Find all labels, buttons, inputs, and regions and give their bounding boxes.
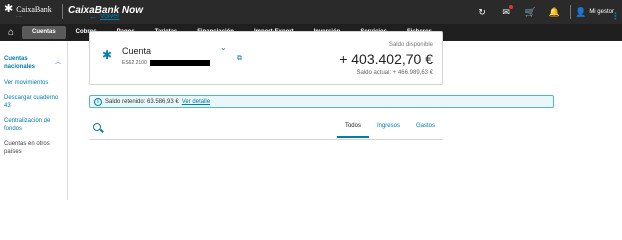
retained-balance-text: Saldo retenido: 63.586,93 € — [105, 98, 179, 105]
account-iban: ES62 2100 — [122, 60, 210, 66]
star-logo-icon: ✱ — [4, 3, 14, 15]
refresh-icon[interactable]: ↻ — [470, 0, 494, 24]
chevron-up-icon[interactable]: ︿ — [55, 57, 61, 66]
sidebar-item-centralizacion[interactable]: Centralización de fondos — [0, 117, 67, 133]
retained-detail-link[interactable]: Ver detalle — [182, 99, 210, 105]
user-icon: 👤 — [575, 6, 587, 17]
sidebar-item-descargar-cuaderno[interactable]: Descargar cuaderno 43 — [0, 94, 67, 110]
back-label: Volver — [100, 13, 120, 20]
notification-badge — [509, 5, 514, 9]
caixabank-star-icon: ✱ — [102, 48, 113, 62]
copy-icon[interactable]: ⧉ — [237, 55, 242, 63]
sidebar-group: Cuentas nacionales ︿ — [0, 41, 67, 71]
chevron-down-icon[interactable]: ⌄ — [220, 43, 227, 52]
cart-icon[interactable]: 🛒 — [518, 0, 542, 24]
mail-icon[interactable]: ✉ — [494, 0, 518, 24]
tab-gastos[interactable]: Gastos — [408, 123, 443, 138]
search-icon[interactable] — [93, 123, 101, 131]
retained-balance-bar: i Saldo retenido: 63.586,93 € Ver detall… — [89, 95, 554, 108]
back-link[interactable]: ← Volver — [89, 12, 119, 21]
iban-prefix: ES62 2100 — [122, 60, 147, 66]
logo-subtext: ····· — [16, 14, 23, 19]
available-balance: + 403.402,70 € — [339, 51, 433, 67]
movements-search-row: Todos Ingresos Gastos — [89, 118, 443, 140]
bell-icon[interactable]: 🔔 — [542, 0, 566, 24]
logo-text: CaixaBank — [16, 4, 52, 14]
actual-balance: Saldo actual: + 466.989,63 € — [356, 70, 433, 76]
brand-divider — [62, 4, 63, 19]
tab-ingresos[interactable]: Ingresos — [369, 123, 408, 138]
tab-todos[interactable]: Todos — [336, 123, 369, 138]
info-icon: i — [94, 97, 102, 106]
divider — [570, 5, 572, 19]
more-options-icon[interactable]: ⋮ — [611, 11, 620, 22]
sidebar-item-otros-paises[interactable]: Cuentas en otros países — [0, 140, 67, 156]
home-icon[interactable]: ⌂ — [0, 24, 22, 41]
sidebar-item-ver-movimientos[interactable]: Ver movimientos — [0, 79, 67, 87]
arrow-left-icon: ← — [89, 12, 97, 21]
iban-redaction — [149, 60, 210, 66]
top-icons: ↻ ✉ 🛒 🔔 👤 Mi gestor — [470, 0, 622, 24]
sidebar-title[interactable]: Cuentas nacionales — [4, 55, 52, 71]
sidebar: Cuentas nacionales ︿ Ver movimientos Des… — [0, 41, 68, 200]
filter-tabs: Todos Ingresos Gastos — [336, 123, 443, 138]
caixabank-logo[interactable]: ✱ CaixaBank — [4, 4, 52, 15]
nav-item-cuentas[interactable]: Cuentas — [22, 26, 66, 39]
available-label: Saldo disponible — [388, 42, 433, 48]
account-card: ✱ Cuenta ES62 2100 ⌄ ⧉ Saldo disponible … — [89, 31, 443, 85]
account-name: Cuenta — [122, 46, 152, 56]
